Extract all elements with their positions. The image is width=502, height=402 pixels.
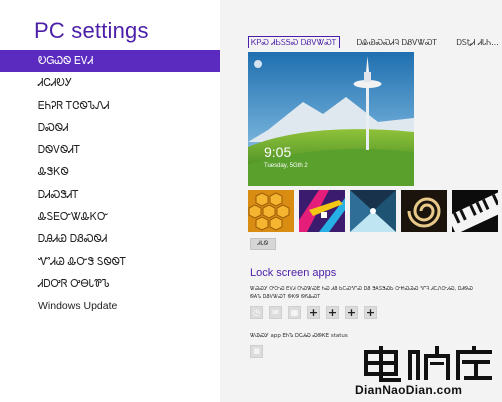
nav-item-personalize[interactable]: ᎧᏀᏇᏫ ᎬᏙᏗ	[0, 50, 220, 73]
preview-date: Tuesday, 5Gth 2	[264, 163, 308, 169]
nav-item-share[interactable]: ᎠᏫᏙᏫᏗᎢ	[0, 139, 220, 161]
page-title: PC settings	[34, 18, 149, 43]
lock-screen-apps-title: Lock screen apps	[250, 267, 337, 279]
honeycomb-thumbnail[interactable]	[248, 190, 294, 232]
content-pane: ᏦᏢᏍ ᏗᏏᏚᎦᏍ ᎠᏰᏙᏔᏍᎢ ᎠᎲᏯᏍᏍᏗᎸ ᎠᏰᏙᏔᏍᎢ ᎠᏚᎿᏗ ᏗᏓᏂ…	[220, 0, 502, 402]
plus-icon[interactable]: +	[345, 306, 358, 319]
nav-item-homegroup[interactable]: ᏗᎠᎤᏒ ᎤᎾᏓᏈᏖ	[0, 273, 220, 295]
lock-screen-preview: 9:05 Tuesday, 5Gth 2	[248, 52, 414, 186]
clock-icon[interactable]: ◷	[250, 306, 263, 319]
tab-start-screen[interactable]: ᎠᎲᏯᏍᏍᏗᎸ ᎠᏰᏙᏔᏍᎢ	[355, 37, 440, 48]
watermark-text: DianNaoDian.com	[355, 383, 463, 397]
browse-button[interactable]: ᏗᏓᏫ	[250, 238, 276, 250]
nav-item-ease-of-access[interactable]: ᎠᎯᏗᏯ ᎠᏰᏍᏫᏗ	[0, 228, 220, 250]
background-thumbnails	[248, 190, 502, 234]
tunnel-thumbnail[interactable]	[350, 190, 396, 232]
tab-lock-screen[interactable]: ᏦᏢᏍ ᏗᏏᏚᎦᏍ ᎠᏰᏙᏔᏍᎢ	[248, 36, 340, 48]
nav-item-devices[interactable]: ᎲᏚᎬᏅᏔᎲᏦᏅ	[0, 206, 220, 228]
nav-item-privacy[interactable]: ᎠᏗᏍᏕᏗᎢ	[0, 184, 220, 206]
calendar-icon[interactable]: ▦	[288, 306, 301, 319]
plus-icon[interactable]: +	[326, 306, 339, 319]
nav-item-notifications[interactable]: ᎬᏂᎮᏒ ᎢᏣᏫᏖᏁᏗ	[0, 95, 220, 117]
nautilus-thumbnail[interactable]	[401, 190, 447, 232]
mail-icon[interactable]: ✉	[269, 306, 282, 319]
piano-thumbnail[interactable]	[452, 190, 498, 232]
lock-screen-apps-description: ᏔᏊᏍᎩ ᎤᏅᏍ ᎬᏙᏗ ᎤᏍᏔᏍᎬ ᏂᏍ ᏗᏰ ᏏᏟᏍᏉᏍ ᎠᏰ ᏕᎪᏚᏕᏍᏏ…	[250, 286, 474, 300]
tab-bar: ᏦᏢᏍ ᏗᏏᏚᎦᏍ ᎠᏰᏙᏔᏍᎢ ᎠᎲᏯᏍᏍᏗᎸ ᎠᏰᏙᏔᏍᎢ ᎠᏚᎿᏗ ᏗᏓᏂ…	[248, 30, 502, 48]
nav-item-general[interactable]: ᎲᏕᏦᏫ	[0, 161, 220, 183]
nav-item-sync-settings[interactable]: ᏉᏗᏊ ᎲᏅᏕ ᏚᏫᏫᎢ	[0, 251, 220, 273]
calendar-icon[interactable]: ▦	[250, 345, 263, 358]
plus-icon[interactable]: +	[364, 306, 377, 319]
nav-list: ᎧᏀᏇᏫ ᎬᏙᏗ ᏗᏟᏗᎧᎩ ᎬᏂᎮᏒ ᎢᏣᏫᏖᏁᏗ ᎠᏍᏫᏗ ᎠᏫᏙᏫᏗᎢ Ꮂ…	[0, 50, 220, 318]
plus-icon[interactable]: +	[307, 306, 320, 319]
tab-account-picture[interactable]: ᎠᏚᎿᏗ ᏗᏓᏂ...	[454, 37, 500, 48]
nav-item-users[interactable]: ᏗᏟᏗᎧᎩ	[0, 72, 220, 94]
nav-item-windows-update[interactable]: Windows Update	[0, 295, 220, 317]
navigation-pane: PC settings ᎧᏀᏇᏫ ᎬᏙᏗ ᏗᏟᏗᎧᎩ ᎬᏂᎮᏒ ᎢᏣᏫᏖᏁᏗ Ꭰ…	[0, 0, 220, 402]
abstract-colors-thumbnail[interactable]	[299, 190, 345, 232]
nav-item-search[interactable]: ᎠᏍᏫᏗ	[0, 117, 220, 139]
detailed-status-label: ᏔᏊᏍᎩ app ᎬᏂᏖ ᎠᏟᏗᏍ ᏍᏫᏦᎬ status	[250, 333, 348, 339]
preview-time: 9:05	[264, 144, 292, 160]
